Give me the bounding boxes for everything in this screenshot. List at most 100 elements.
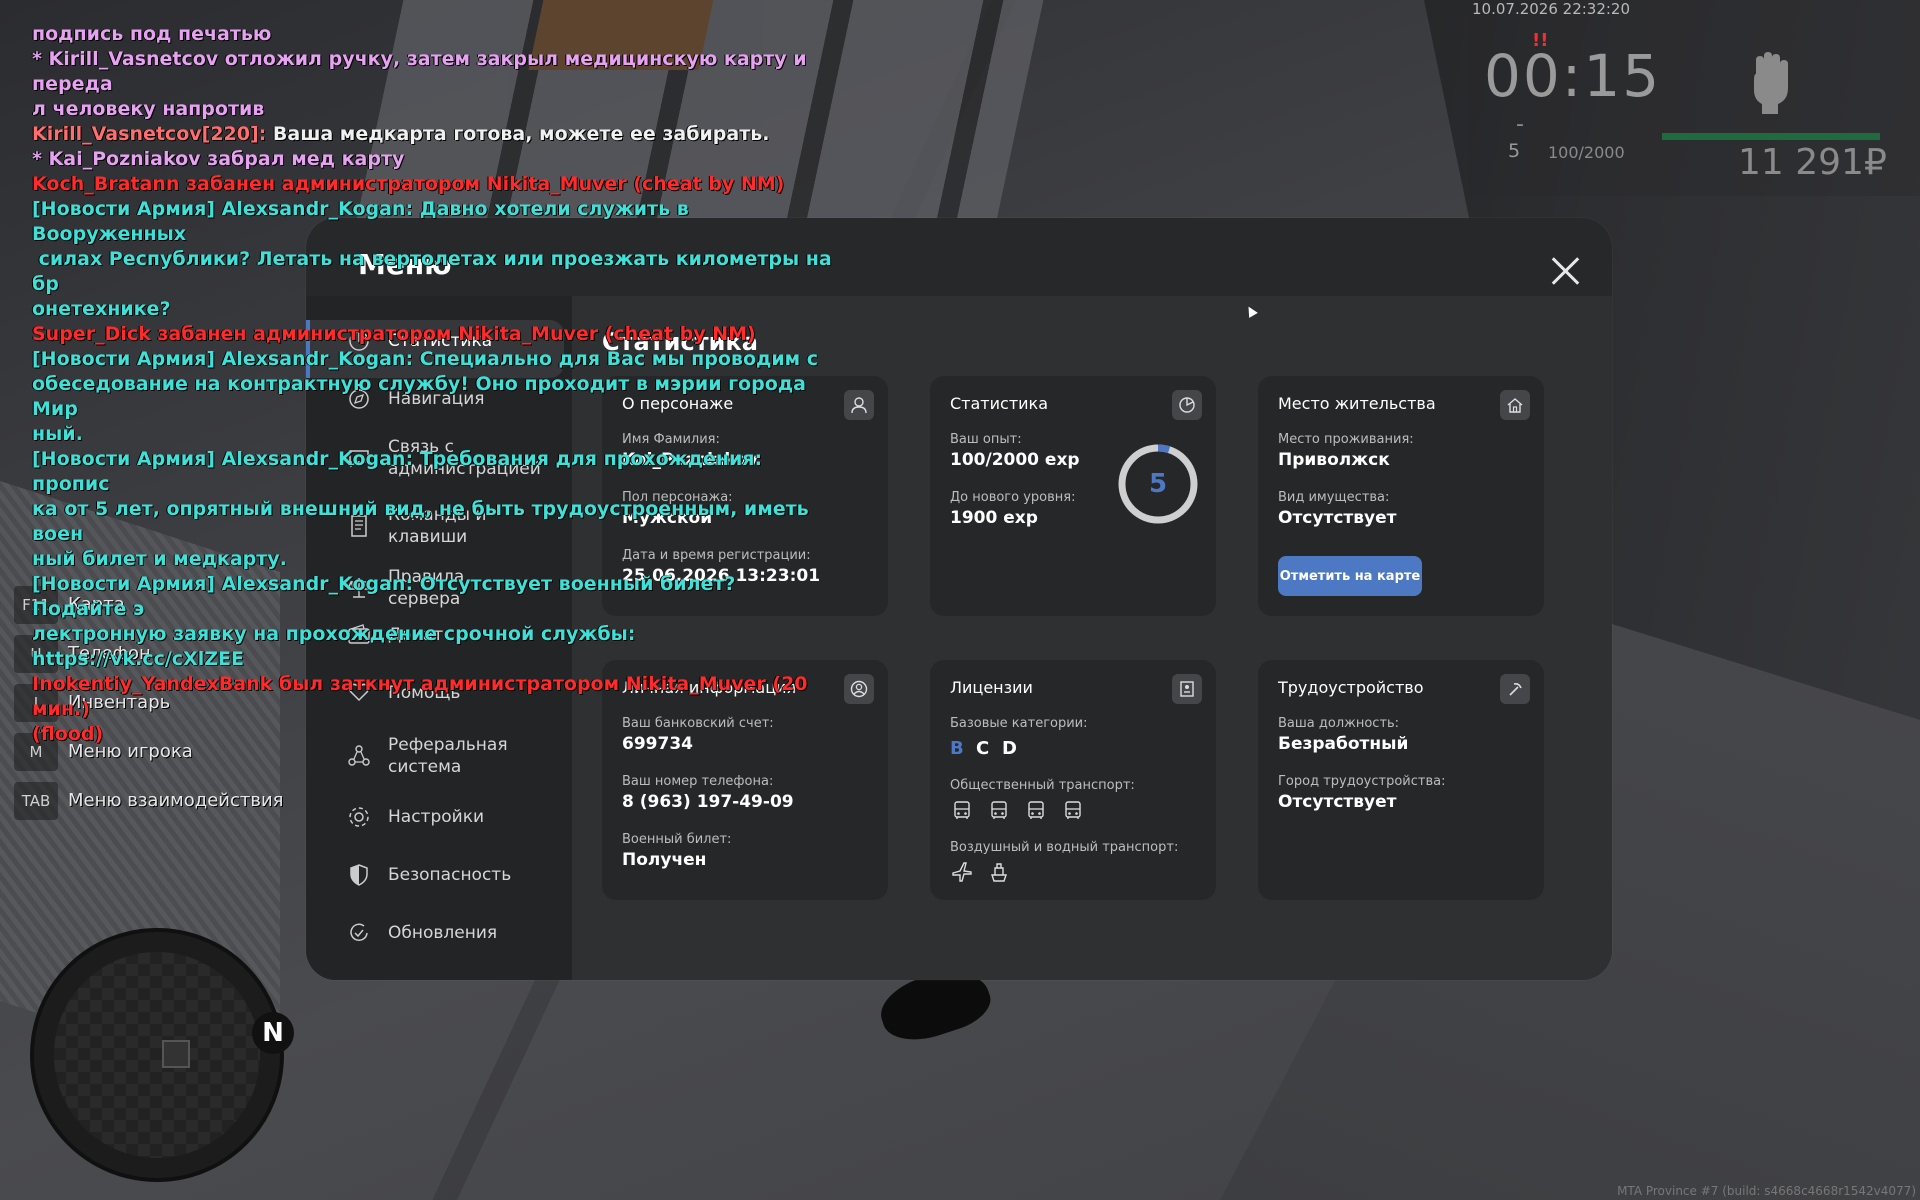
- chat-line: [Новости Армия] Alexsandr_Kogan: Давно х…: [32, 197, 832, 247]
- chat-text: Kirill_Vasnetcov[220]:: [32, 123, 273, 145]
- military-label: Военный билет:: [622, 832, 732, 847]
- tram-icon: [1028, 801, 1044, 819]
- compass-north-icon: N: [252, 1012, 294, 1054]
- chart-pie-icon: [1172, 390, 1202, 420]
- bus-icon: [954, 801, 970, 819]
- card-licenses: Лицензии Базовые категории: Общественный…: [930, 660, 1216, 900]
- residence-value: Приволжск: [1278, 450, 1390, 470]
- chat-text: ка от 5 лет, опрятный внешний вид, не бы…: [32, 498, 816, 545]
- card-stats: Статистика Ваш опыт: 100/2000 exp До нов…: [930, 376, 1216, 616]
- chat-text: Inokentiy_YandexBank был заткнут админис…: [32, 673, 815, 720]
- position-label: Ваша должность:: [1278, 716, 1400, 731]
- nav-item-gear[interactable]: Настройки: [346, 804, 484, 830]
- chat-text: силах Республики? Летать на вертолетах и…: [32, 248, 839, 295]
- hud-level: 5: [1508, 140, 1521, 162]
- chat-line: (flood): [32, 722, 832, 747]
- nav-item-refresh-check[interactable]: Обновления: [346, 920, 497, 946]
- property-label: Вид имущества:: [1278, 490, 1390, 505]
- property-value: Отсутствует: [1278, 508, 1397, 528]
- chat-line: * Kai_Pozniakov забрал мед карту: [32, 147, 832, 172]
- exp-value: 100/2000 exp: [950, 450, 1080, 470]
- chat-line: онетехнике?: [32, 297, 832, 322]
- chat-text: Koch_Bratann забанен администратором Nik…: [32, 173, 785, 195]
- chat-log: подпись под печатью * Kirill_Vasnetcov от…: [32, 22, 832, 747]
- minimap: [30, 928, 284, 1182]
- chat-line: обеседование на контрактную службу! Оно …: [32, 372, 832, 422]
- nav-item-label: Безопасность: [388, 865, 512, 885]
- card-title: Трудоустройство: [1278, 678, 1424, 697]
- key-hint-label: Меню взаимодействия: [68, 790, 284, 811]
- chat-line: [Новости Армия] Alexsandr_Kogan: Отсутст…: [32, 572, 832, 622]
- chat-text: [Новости Армия] Alexsandr_Kogan: Давно х…: [32, 198, 696, 245]
- hud-datetime: 10.07.2026 22:32:20: [1472, 0, 1631, 18]
- chat-line: ка от 5 лет, опрятный внешний вид, не бы…: [32, 497, 832, 547]
- card-residence: Место жительства Место проживания: Приво…: [1258, 376, 1544, 616]
- user-circle-icon: [844, 674, 874, 704]
- refresh-check-icon: [350, 923, 368, 942]
- chat-text: онетехнике?: [32, 298, 171, 320]
- key-hint-row: TAB Меню взаимодействия: [14, 776, 283, 825]
- chat-text: (flood): [32, 723, 104, 745]
- mark-on-map-button[interactable]: Отметить на карте: [1278, 556, 1422, 596]
- position-value: Безработный: [1278, 734, 1409, 754]
- minimap-terrain: [54, 952, 260, 1158]
- nav-item-label: Настройки: [388, 807, 485, 827]
- nav-item-shield[interactable]: Безопасность: [346, 862, 511, 888]
- nav-item-label: Обновления: [388, 923, 498, 943]
- next-level-label: До нового уровня:: [950, 490, 1076, 505]
- chat-line: лектронную заявку на прохождение срочной…: [32, 622, 832, 672]
- chat-line: [Новости Армия] Alexsandr_Kogan: Специал…: [32, 347, 832, 372]
- military-value: Получен: [622, 850, 707, 870]
- phone-value: 8 (963) 197-49-09: [622, 792, 794, 812]
- chat-text: * Kai_Pozniakov забрал мед карту: [32, 148, 405, 170]
- key-cap: TAB: [14, 781, 58, 820]
- chat-text: ный.: [32, 423, 83, 445]
- chat-line: Koch_Bratann забанен администратором Nik…: [32, 172, 832, 197]
- chat-text: Ваша медкарта готова, можете ее забирать…: [272, 123, 770, 145]
- chat-text: лектронную заявку на прохождение срочной…: [32, 623, 643, 670]
- gear-icon: [349, 807, 369, 827]
- plane-icon: [952, 862, 972, 882]
- chat-line: силах Республики? Летать на вертолетах и…: [32, 247, 832, 297]
- job-city-value: Отсутствует: [1278, 792, 1397, 812]
- card-job: Трудоустройство Ваша должность: Безработ…: [1258, 660, 1544, 900]
- chat-line: Kirill_Vasnetcov[220]: Ваша медкарта гот…: [32, 122, 832, 147]
- taxi-icon: [1065, 801, 1081, 819]
- chat-text: Super_Dick забанен администратором Nikit…: [32, 323, 756, 345]
- public-transport-label: Общественный транспорт:: [950, 778, 1135, 793]
- boat-icon: [991, 863, 1007, 882]
- player-marker: [162, 1040, 190, 1068]
- chat-text: л человеку напротив: [32, 98, 265, 120]
- chat-line: * Kirill_Vasnetcov отложил ручку, затем …: [32, 47, 832, 97]
- chat-text: подпись под печатью: [32, 23, 272, 45]
- chat-text: [Новости Армия] Alexsandr_Kogan: Требова…: [32, 448, 769, 495]
- chat-text: обеседование на контрактную службу! Оно …: [32, 373, 813, 420]
- phone-label: Ваш номер телефона:: [622, 774, 774, 789]
- chat-line: подпись под печатью: [32, 22, 832, 47]
- chat-line: л человеку напротив: [32, 97, 832, 122]
- health-bar: [1662, 133, 1880, 140]
- job-city-label: Город трудоустройства:: [1278, 774, 1446, 789]
- exp-label: Ваш опыт:: [950, 432, 1022, 447]
- card-title: Статистика: [950, 394, 1048, 413]
- user-icon: [844, 390, 874, 420]
- hud-dash: -: [1516, 112, 1524, 137]
- license-icon: [1172, 674, 1202, 704]
- license-category: B: [950, 738, 964, 759]
- chat-text: [Новости Армия] Alexsandr_Kogan: Отсутст…: [32, 573, 743, 620]
- pickaxe-icon: [1500, 674, 1530, 704]
- close-icon[interactable]: [1548, 253, 1582, 287]
- base-categories-label: Базовые категории:: [950, 716, 1088, 731]
- shield-icon: [350, 864, 368, 886]
- license-category: C: [976, 738, 990, 759]
- hud-panel: 10.07.2026 22:32:20 !! 00:15 - 5 100/200…: [1468, 0, 1920, 196]
- hud-exp: 100/2000: [1548, 143, 1625, 162]
- next-level-value: 1900 exp: [950, 508, 1038, 528]
- chat-text: [Новости Армия] Alexsandr_Kogan: Специал…: [32, 348, 819, 370]
- trolleybus-icon: [991, 801, 1007, 819]
- license-category: D: [1002, 738, 1017, 759]
- air-water-label: Воздушный и водный транспорт:: [950, 840, 1179, 855]
- chat-line: Super_Dick забанен администратором Nikit…: [32, 322, 832, 347]
- card-title: Лицензии: [950, 678, 1033, 697]
- chat-line: ный.: [32, 422, 832, 447]
